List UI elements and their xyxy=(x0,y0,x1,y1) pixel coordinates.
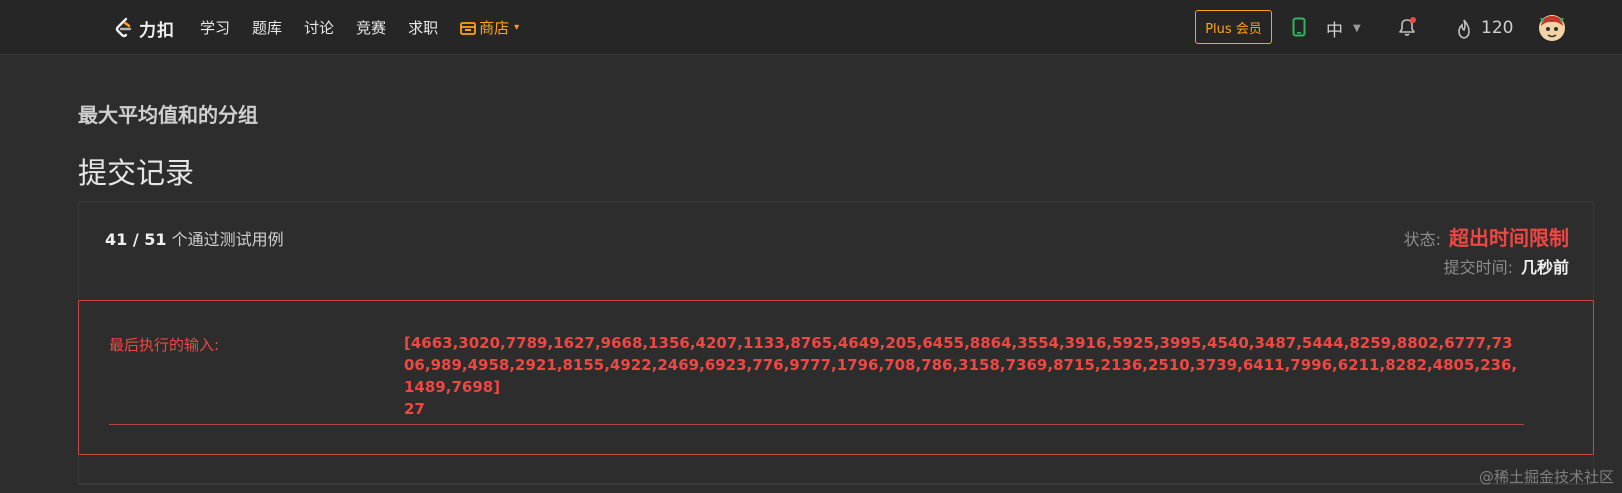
nav-item-problems[interactable]: 题库 xyxy=(252,17,282,39)
watermark: @稀土掘金技术社区 xyxy=(1478,468,1614,486)
nav-item-shop[interactable]: 商店 ▾ xyxy=(460,17,519,39)
plus-membership-button[interactable]: Plus 会员 xyxy=(1195,10,1272,44)
last-input-k: 27 xyxy=(404,400,425,418)
top-nav-bar: 力扣 学习 题库 讨论 竞赛 求职 商店 ▾ Plus 会员 中 ▼ 120 xyxy=(0,0,1622,55)
passed-suffix: 个通过测试用例 xyxy=(166,230,284,249)
notification-bell-icon[interactable] xyxy=(1395,15,1419,39)
coin-score: 120 xyxy=(1481,18,1514,38)
page-title: 提交记录 xyxy=(78,156,195,190)
divider xyxy=(109,424,1524,425)
language-label: 中 xyxy=(1326,21,1343,41)
brand-name: 力扣 xyxy=(139,20,175,41)
main-nav: 学习 题库 讨论 竞赛 求职 商店 ▾ xyxy=(200,17,519,39)
status-badge: 超出时间限制 xyxy=(1449,226,1569,250)
brand[interactable]: 力扣 xyxy=(113,16,175,41)
submit-time-label: 提交时间: xyxy=(1443,258,1513,277)
last-input-value: [4663,3020,7789,1627,9668,1356,4207,1133… xyxy=(404,332,1522,420)
mobile-app-icon[interactable] xyxy=(1292,17,1306,37)
last-input-array: [4663,3020,7789,1627,9668,1356,4207,1133… xyxy=(404,334,1518,396)
language-switcher[interactable]: 中 ▼ xyxy=(1326,16,1361,41)
chevron-down-icon: ▾ xyxy=(514,22,520,33)
status-row: 状态: 超出时间限制 xyxy=(1404,222,1569,251)
nav-item-jobs[interactable]: 求职 xyxy=(408,17,438,39)
nav-item-learn[interactable]: 学习 xyxy=(200,17,230,39)
passed-count: 41 / 51 xyxy=(105,230,167,249)
problem-title[interactable]: 最大平均值和的分组 xyxy=(78,99,258,128)
flame-icon xyxy=(1458,19,1470,39)
shop-icon xyxy=(460,22,476,35)
divider xyxy=(78,484,1594,485)
leetcode-logo-icon xyxy=(115,17,132,38)
submit-time-value: 几秒前 xyxy=(1520,258,1569,277)
passed-testcases: 41 / 51 个通过测试用例 xyxy=(105,226,284,250)
last-input-label: 最后执行的输入: xyxy=(109,336,220,354)
chevron-down-icon: ▼ xyxy=(1353,23,1361,34)
last-input-panel: 最后执行的输入: [4663,3020,7789,1627,9668,1356,… xyxy=(78,300,1594,455)
shop-label: 商店 xyxy=(479,19,510,37)
nav-item-contest[interactable]: 竞赛 xyxy=(356,17,386,39)
status-label: 状态: xyxy=(1403,230,1441,249)
user-avatar[interactable] xyxy=(1538,14,1566,42)
nav-item-discuss[interactable]: 讨论 xyxy=(304,17,334,39)
submission-card: 41 / 51 个通过测试用例 状态: 超出时间限制 提交时间: 几秒前 最后执… xyxy=(78,201,1594,484)
submit-time-row: 提交时间: 几秒前 xyxy=(1444,254,1569,278)
